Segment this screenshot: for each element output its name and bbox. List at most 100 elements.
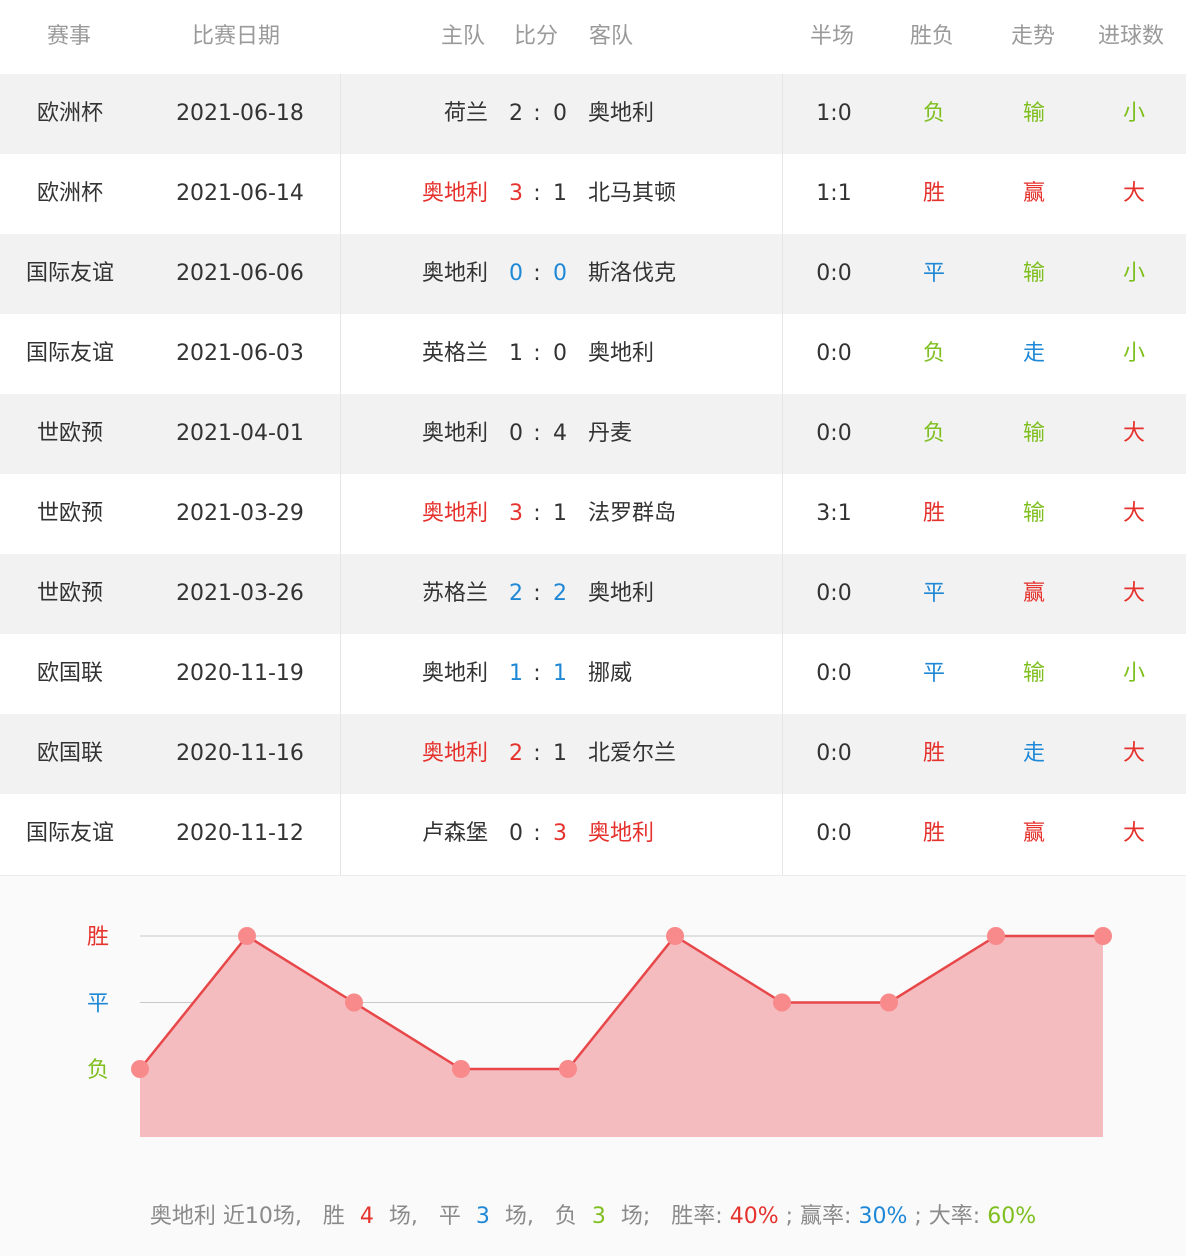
away-team: 奥地利 [588,581,655,606]
away-score: 0 [553,261,567,286]
result-trend-chart: 负平胜 [87,925,1112,1137]
home-team: 荷兰 [443,101,488,126]
away-team: 北马其顿 [588,181,677,206]
summary-separator: ; [914,1204,922,1229]
halftime-score: 0:0 [816,261,852,286]
chart-point [345,993,363,1012]
score-separator: : [533,501,541,526]
summary-draw-label: 平 [438,1204,461,1229]
trend-badge: 赢 [1022,581,1045,606]
result-badge: 胜 [922,181,945,206]
home-team: 奥地利 [421,741,488,766]
summary-win-rate-label: 胜率: [671,1204,723,1229]
summary-ying-rate-label: 赢率: [800,1204,852,1229]
summary-win-label: 胜 [322,1204,345,1229]
table-row: 国际友谊 2021-06-03 英格兰 1:0 奥地利 0:0 负 走 小 [0,314,1186,394]
away-team: 奥地利 [588,341,655,366]
goals-badge: 大 [1122,581,1145,606]
header-score: 比分 [514,24,559,49]
summary-separator: ; [785,1204,794,1229]
home-score: 1 [509,661,523,686]
chart-point [987,927,1005,945]
score-separator: : [533,741,541,766]
goals-badge: 大 [1122,421,1145,446]
table-row: 世欧预 2021-03-29 奥地利 3:1 法罗群岛 3:1 胜 输 大 [0,474,1186,554]
away-score: 3 [553,821,567,846]
away-team: 奥地利 [588,821,655,846]
table-row: 欧国联 2020-11-19 奥地利 1:1 挪威 0:0 平 输 小 [0,634,1186,714]
home-team: 奥地利 [421,501,488,526]
match-event: 国际友谊 [25,821,114,846]
table-header: 赛事 比赛日期 主队 比分 客队 半场 胜负 走势 进球数 [0,0,1186,74]
halftime-score: 1:1 [816,181,852,206]
score-separator: : [533,261,541,286]
match-event: 国际友谊 [25,261,114,286]
result-badge: 平 [922,581,945,606]
away-score: 0 [553,341,567,366]
away-team: 北爱尔兰 [588,741,677,766]
summary-win-count: 4 [359,1204,374,1229]
chart-y-tick-label: 胜 [87,925,109,950]
match-event: 欧洲杯 [36,181,103,206]
result-badge: 负 [922,101,945,126]
trend-badge: 输 [1022,661,1045,686]
match-date: 2020-11-19 [176,661,304,686]
header-home: 主队 [441,24,486,49]
match-date: 2021-04-01 [176,421,304,446]
table-row: 欧洲杯 2021-06-14 奥地利 3:1 北马其顿 1:1 胜 赢 大 [0,154,1186,234]
home-team: 卢森堡 [421,821,488,846]
table-row: 国际友谊 2021-06-06 奥地利 0:0 斯洛伐克 0:0 平 输 小 [0,234,1186,314]
result-badge: 平 [922,661,945,686]
match-event: 欧国联 [36,661,103,686]
goals-badge: 大 [1122,181,1145,206]
home-score: 0 [509,421,523,446]
chart-y-tick-label: 平 [87,992,109,1017]
summary-recent: 近10场, [222,1204,302,1229]
goals-badge: 小 [1122,661,1145,686]
away-score: 1 [553,181,567,206]
result-badge: 胜 [922,501,945,526]
result-badge: 平 [922,261,945,286]
match-date: 2021-03-26 [176,581,304,606]
goals-badge: 小 [1122,341,1145,366]
goals-badge: 大 [1122,501,1145,526]
halftime-score: 1:0 [816,101,852,126]
summary-loss-unit: 场; [620,1204,651,1229]
header-away: 客队 [589,24,634,49]
table-row: 世欧预 2021-03-26 苏格兰 2:2 奥地利 0:0 平 赢 大 [0,554,1186,634]
column-divider [782,74,783,876]
score-separator: : [533,101,541,126]
trend-badge: 输 [1022,261,1045,286]
match-event: 欧洲杯 [36,101,103,126]
match-event: 国际友谊 [25,341,114,366]
chart-point [452,1060,470,1078]
away-score: 2 [553,581,567,606]
summary-da-rate-label: 大率: [928,1204,981,1229]
result-badge: 胜 [922,821,945,846]
chart-point [131,1060,149,1078]
chart-area-fill [140,936,1103,1137]
away-team: 丹麦 [588,421,633,446]
halftime-score: 0:0 [816,341,852,366]
score-separator: : [533,341,541,366]
home-score: 0 [509,261,523,286]
header-half: 半场 [810,24,855,49]
recent-matches-panel: 赛事 比赛日期 主队 比分 客队 半场 胜负 走势 进球数 欧洲杯 2021-06… [0,0,1186,1256]
summary-loss-label: 负 [554,1204,577,1229]
result-badge: 负 [922,341,945,366]
score-separator: : [533,821,541,846]
header-event: 赛事 [47,24,92,49]
header-trend: 走势 [1011,24,1056,49]
summary-team: 奥地利 [149,1204,216,1229]
away-score: 0 [553,101,567,126]
halftime-score: 0:0 [816,741,852,766]
score-separator: : [533,421,541,446]
halftime-score: 0:0 [816,821,852,846]
score-separator: : [533,181,541,206]
match-date: 2021-03-29 [176,501,304,526]
match-event: 世欧预 [36,421,103,446]
match-date: 2020-11-12 [176,821,304,846]
chart-point [238,927,256,945]
away-team: 挪威 [588,661,633,686]
halftime-score: 0:0 [816,661,852,686]
